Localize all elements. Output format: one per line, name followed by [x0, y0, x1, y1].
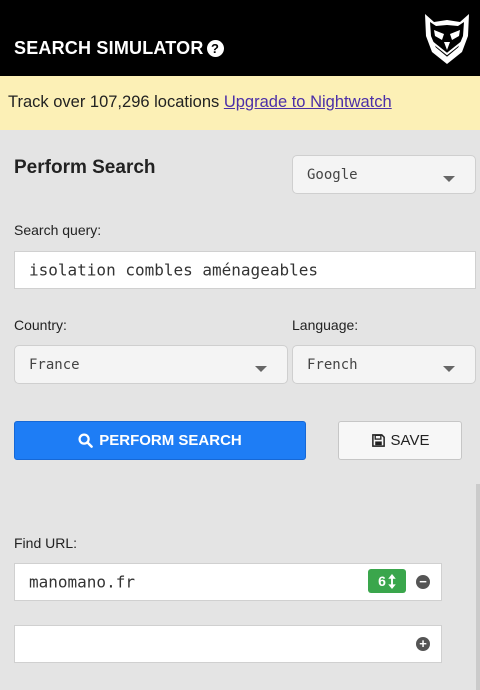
minus-circle-icon[interactable]: −	[416, 575, 430, 589]
language-select[interactable]: French	[292, 345, 476, 384]
add-url-input[interactable]	[14, 625, 442, 663]
search-query-value: isolation combles aménageables	[29, 260, 318, 280]
search-icon	[78, 433, 94, 448]
perform-search-button[interactable]: PERFORM SEARCH	[14, 421, 306, 460]
upgrade-banner: Track over 107,296 locations Upgrade to …	[0, 76, 480, 130]
owl-logo-icon	[425, 14, 469, 64]
language-label: Language:	[292, 317, 359, 333]
search-query-input[interactable]: isolation combles aménageables	[14, 251, 476, 289]
country-label: Country:	[14, 317, 67, 333]
app-header: SEARCH SIMULATOR?	[0, 0, 480, 76]
language-value: French	[307, 356, 358, 373]
app-title-text: SEARCH SIMULATOR	[14, 38, 204, 58]
find-url-label: Find URL:	[14, 535, 78, 551]
upgrade-banner-message: Track over 107,296 locations	[8, 93, 224, 111]
upgrade-link[interactable]: Upgrade to Nightwatch	[224, 93, 392, 111]
plus-circle-icon[interactable]: +	[416, 637, 430, 651]
find-url-value: manomano.fr	[29, 572, 135, 592]
country-select[interactable]: France	[14, 345, 288, 384]
country-value: France	[29, 356, 80, 373]
chevron-down-icon	[443, 175, 455, 182]
app-title: SEARCH SIMULATOR?	[14, 38, 224, 59]
help-icon[interactable]: ?	[206, 40, 224, 57]
save-label: SAVE	[390, 432, 430, 449]
rank-value: 6	[378, 573, 386, 589]
search-engine-select[interactable]: Google	[292, 155, 476, 194]
upgrade-banner-text: Track over 107,296 locations Upgrade to …	[8, 93, 392, 112]
perform-search-label: PERFORM SEARCH	[99, 432, 242, 449]
search-query-label: Search query:	[14, 222, 102, 238]
section-title: Perform Search	[14, 157, 156, 178]
sort-arrows-icon	[388, 573, 396, 589]
scrollbar[interactable]	[476, 484, 480, 690]
rank-badge: 6	[368, 569, 406, 593]
floppy-disk-icon	[371, 434, 385, 447]
search-engine-value: Google	[307, 166, 358, 183]
chevron-down-icon	[443, 365, 455, 372]
save-button[interactable]: SAVE	[338, 421, 462, 460]
chevron-down-icon	[255, 365, 267, 372]
